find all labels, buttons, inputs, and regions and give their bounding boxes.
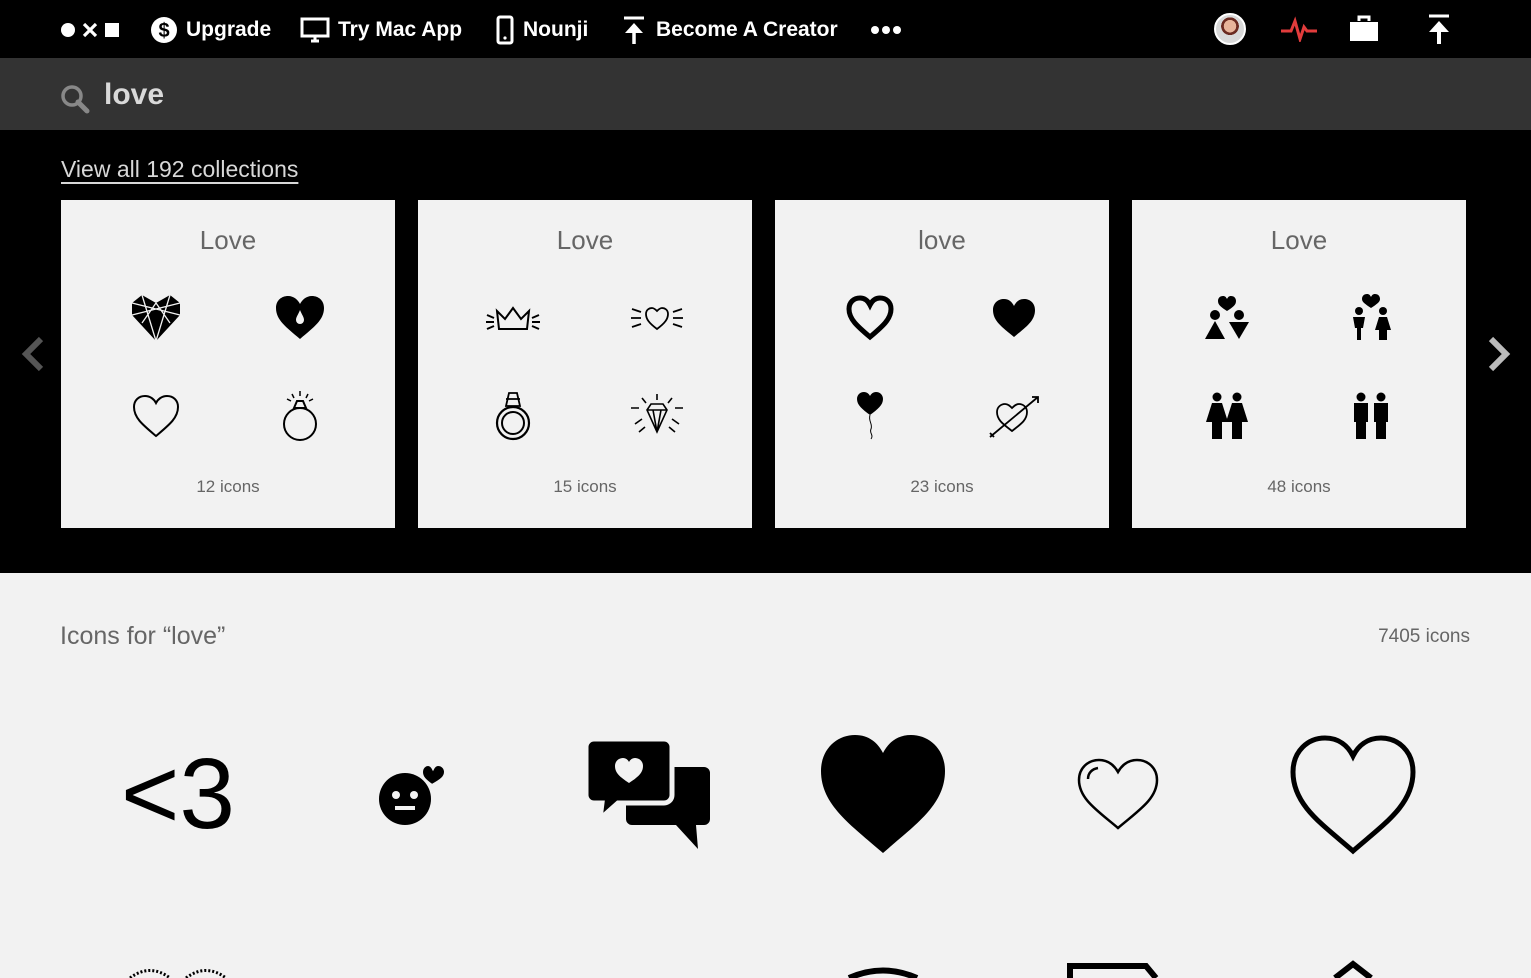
- collection-card[interactable]: Love 48 icons: [1132, 200, 1466, 528]
- view-all-collections-link[interactable]: View all 192 collections: [61, 156, 298, 183]
- monitor-icon: [300, 17, 330, 43]
- geometric-heart-icon: [124, 286, 188, 350]
- collection-count: 48 icons: [1267, 477, 1331, 496]
- heart-drop-icon: [268, 286, 332, 350]
- collection-count: 23 icons: [910, 477, 974, 496]
- men-couple-icon: [1339, 384, 1403, 448]
- more-dots-icon: [871, 26, 901, 34]
- bold-heart-outline-icon: [838, 286, 902, 350]
- carousel-prev-button[interactable]: [18, 336, 48, 372]
- activity-button[interactable]: [1280, 12, 1318, 46]
- collection-title: Love: [1270, 225, 1328, 255]
- sparkle-heart-icon: [625, 286, 689, 350]
- nav-become-a-creator[interactable]: Become A Creator: [620, 14, 838, 46]
- diamond-ring-icon: [481, 384, 545, 448]
- logo[interactable]: [60, 20, 122, 40]
- less-than-three-icon[interactable]: <3: [108, 728, 248, 860]
- love-face-icon[interactable]: [343, 728, 483, 860]
- result-icon-partial[interactable]: [1048, 955, 1188, 978]
- search-input[interactable]: [104, 72, 904, 118]
- more-button[interactable]: [870, 14, 902, 46]
- upload-button[interactable]: [1423, 12, 1455, 46]
- solid-heart-icon[interactable]: [813, 728, 953, 860]
- thin-heart-outline-icon[interactable]: [1048, 728, 1188, 860]
- collection-title: love: [918, 225, 966, 255]
- solid-heart-icon: [982, 286, 1046, 350]
- heart-outline-icon: [124, 384, 188, 448]
- svg-text:$: $: [158, 20, 169, 42]
- chat-heart-icon[interactable]: [578, 728, 718, 860]
- collection-card[interactable]: Love 15 icons: [418, 200, 752, 528]
- collection-card[interactable]: Love 12 icons: [61, 200, 395, 528]
- collection-title: Love: [199, 225, 257, 255]
- carousel-next-button[interactable]: [1484, 336, 1514, 372]
- result-icon-partial[interactable]: [1283, 955, 1423, 978]
- briefcase-icon: [1350, 15, 1378, 41]
- man-woman-heart-icon: [1339, 286, 1403, 350]
- avatar: [1214, 13, 1246, 45]
- nav-nounji-label: Nounji: [523, 18, 589, 41]
- result-icon-partial[interactable]: [813, 955, 953, 978]
- heart-outline-icon[interactable]: [1283, 728, 1423, 860]
- heart-arrow-icon: [982, 384, 1046, 448]
- results-title: Icons for “love”: [60, 622, 226, 650]
- upload-icon: [624, 16, 644, 44]
- top-nav: $ Upgrade Try Mac App Nounji Become A Cr…: [0, 0, 1531, 58]
- crown-icon: [481, 286, 545, 350]
- nav-nounji[interactable]: Nounji: [495, 14, 588, 46]
- collection-count: 12 icons: [196, 477, 260, 496]
- results-count: 7405 icons: [1378, 626, 1470, 647]
- ring-icon: [268, 384, 332, 448]
- nav-upgrade-label: Upgrade: [186, 18, 272, 41]
- user-avatar-button[interactable]: [1212, 12, 1248, 46]
- heart-balloon-icon: [838, 384, 902, 448]
- upload-icon: [1429, 14, 1449, 44]
- collection-title: Love: [556, 225, 614, 255]
- nav-become-a-creator-label: Become A Creator: [656, 18, 838, 41]
- collection-card[interactable]: love 23 icons: [775, 200, 1109, 528]
- less-than-three-text: <3: [120, 738, 235, 850]
- activity-icon: [1281, 16, 1317, 42]
- nav-upgrade[interactable]: $ Upgrade: [150, 14, 271, 46]
- couple-heart-icon: [1195, 286, 1259, 350]
- search-icon: [61, 85, 90, 114]
- dollar-circle-icon: $: [151, 17, 177, 43]
- diamond-icon: [625, 384, 689, 448]
- collection-count: 15 icons: [553, 477, 617, 496]
- kits-button[interactable]: [1347, 12, 1381, 46]
- nav-try-mac-app-label: Try Mac App: [338, 18, 463, 41]
- result-icon-partial[interactable]: [118, 955, 258, 978]
- women-couple-icon: [1195, 384, 1259, 448]
- phone-icon: [496, 15, 514, 45]
- noun-project-logo: [61, 22, 119, 38]
- nav-try-mac-app[interactable]: Try Mac App: [300, 14, 462, 46]
